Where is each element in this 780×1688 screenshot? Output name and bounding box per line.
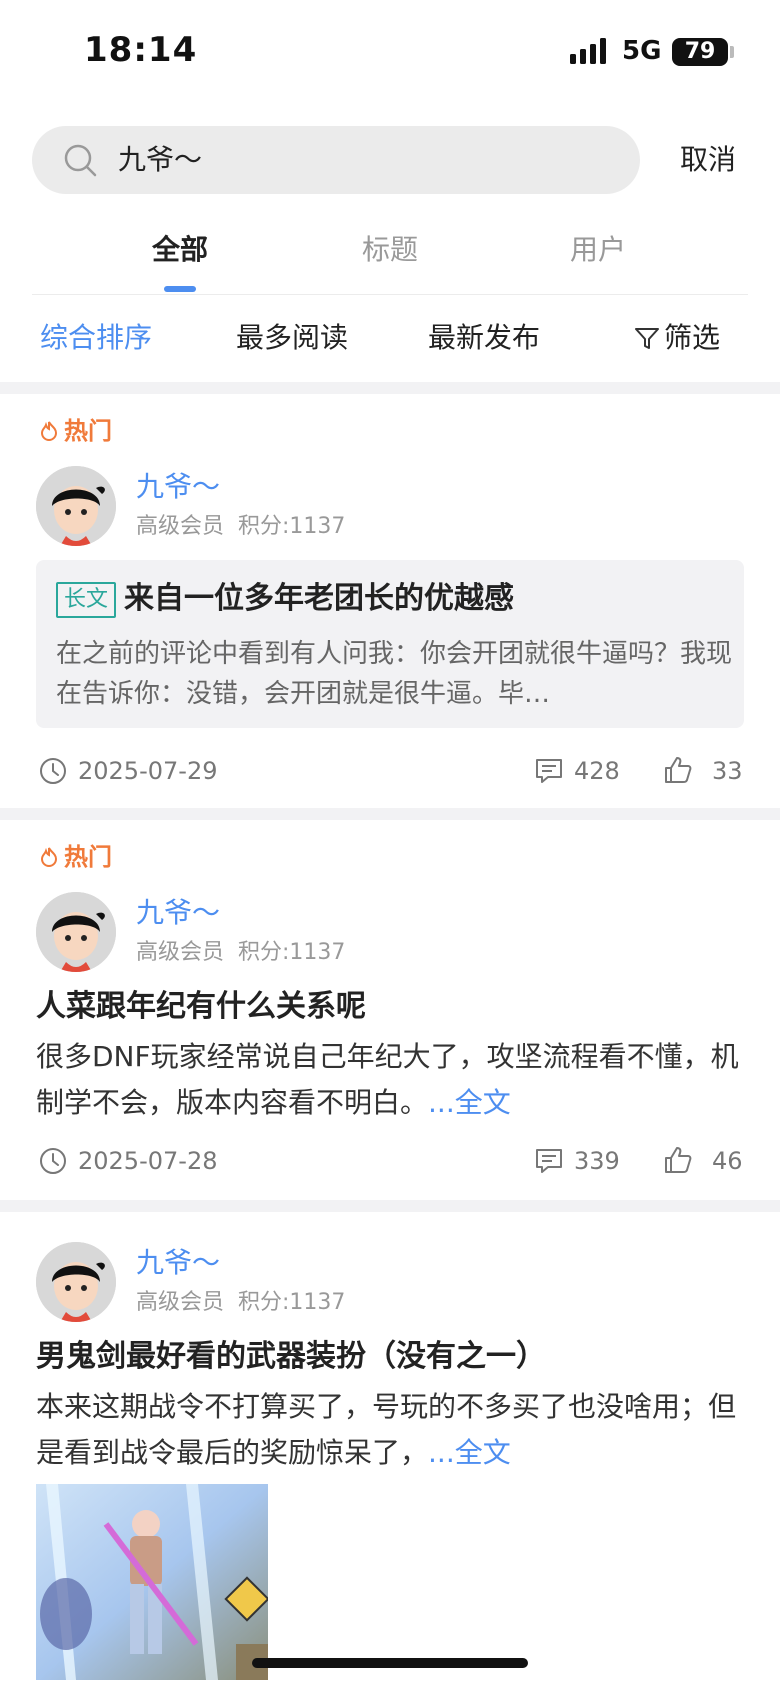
like-count: 46 — [712, 1147, 743, 1175]
filter-icon[interactable] — [634, 326, 660, 352]
like-icon[interactable] — [662, 754, 694, 786]
post-title[interactable]: 来自一位多年老团长的优越感 — [124, 578, 514, 620]
post-date: 2025-07-28 — [78, 1147, 218, 1175]
post-footer: 2025-07-29 428 33 — [0, 752, 780, 792]
avatar[interactable] — [36, 1242, 116, 1322]
post-date: 2025-07-29 — [78, 757, 218, 785]
tab-indicator — [164, 286, 196, 292]
search-input[interactable]: 九爷～ — [32, 126, 640, 194]
post-card[interactable]: 热门 九爷～ 高级会员 积分:1137 人菜跟年纪有什么关系呢 很多DNF玩家经常… — [0, 820, 780, 1200]
post-title[interactable]: 男鬼剑最好看的武器装扮（没有之一） — [36, 1336, 744, 1378]
home-indicator — [252, 1658, 528, 1668]
avatar[interactable] — [36, 466, 116, 546]
cancel-button[interactable]: 取消 — [680, 140, 736, 180]
user-meta: 高级会员 积分:1137 — [136, 940, 346, 965]
avatar-image — [36, 466, 116, 546]
hot-badge: 热门 — [38, 414, 112, 448]
status-time: 18:14 — [84, 30, 198, 70]
like-count: 33 — [712, 757, 743, 785]
search-query[interactable]: 九爷～ — [118, 140, 202, 180]
comment-icon[interactable] — [534, 1146, 564, 1176]
post-excerpt[interactable]: 本来这期战令不打算买了，号玩的不多买了也没啥用；但是看到战令最后的奖励惊呆了，.… — [36, 1384, 744, 1476]
like-icon[interactable] — [662, 1144, 694, 1176]
signal-icon — [570, 38, 606, 64]
search-icon — [64, 144, 97, 177]
long-article-tag: 长文 — [56, 582, 117, 618]
read-more-link[interactable]: ...全文 — [428, 1086, 511, 1119]
user-meta: 高级会员 积分:1137 — [136, 1290, 346, 1315]
avatar-image — [36, 892, 116, 972]
article-preview[interactable]: 长文 来自一位多年老团长的优越感 在之前的评论中看到有人问我：你会开团就很牛逼吗… — [36, 560, 744, 728]
tab-user[interactable]: 用户 — [570, 228, 626, 272]
sort-comprehensive[interactable]: 综合排序 — [40, 318, 152, 358]
fire-icon — [40, 847, 58, 867]
filter-button[interactable]: 筛选 — [664, 318, 720, 358]
game-character-image — [36, 1484, 268, 1680]
post-title[interactable]: 人菜跟年纪有什么关系呢 — [36, 986, 744, 1028]
hot-badge: 热门 — [38, 840, 112, 874]
post-card[interactable]: 热门 九爷～ 高级会员 积分:1137 长文 来自一位多年老团长的优越感 在之前的… — [0, 394, 780, 808]
post-excerpt[interactable]: 很多DNF玩家经常说自己年纪大了，攻坚流程看不懂，机制学不会，版本内容看不明白。… — [36, 1034, 744, 1126]
sort-most-read[interactable]: 最多阅读 — [236, 318, 348, 358]
section-gap — [0, 808, 780, 820]
comment-icon[interactable] — [534, 756, 564, 786]
username[interactable]: 九爷～ — [136, 894, 220, 932]
post-image[interactable] — [36, 1484, 268, 1680]
fire-icon — [40, 421, 58, 441]
network-label: 5G — [622, 36, 662, 66]
section-gap — [0, 382, 780, 394]
sort-latest[interactable]: 最新发布 — [428, 318, 540, 358]
post-footer: 2025-07-28 339 46 — [0, 1142, 780, 1182]
battery-icon: 79 — [672, 38, 728, 66]
section-gap — [0, 1200, 780, 1212]
user-meta: 高级会员 积分:1137 — [136, 514, 346, 539]
post-excerpt: 在之前的评论中看到有人问我：你会开团就很牛逼吗？我现在告诉你：没错，会开团就是很… — [56, 639, 733, 709]
read-more-link[interactable]: ...全文 — [428, 1436, 511, 1469]
clock-icon — [40, 1148, 66, 1174]
comment-count: 339 — [574, 1147, 620, 1175]
clock-icon — [40, 758, 66, 784]
comment-count: 428 — [574, 757, 620, 785]
divider — [32, 294, 748, 295]
username[interactable]: 九爷～ — [136, 1244, 220, 1282]
username[interactable]: 九爷～ — [136, 468, 220, 506]
tab-bar: 全部 标题 用户 — [0, 228, 780, 294]
tab-title[interactable]: 标题 — [362, 228, 418, 272]
avatar-image — [36, 1242, 116, 1322]
avatar[interactable] — [36, 892, 116, 972]
tab-all[interactable]: 全部 — [152, 228, 208, 272]
status-bar: 18:14 5G 79 — [0, 0, 780, 104]
battery-tip — [730, 46, 734, 58]
